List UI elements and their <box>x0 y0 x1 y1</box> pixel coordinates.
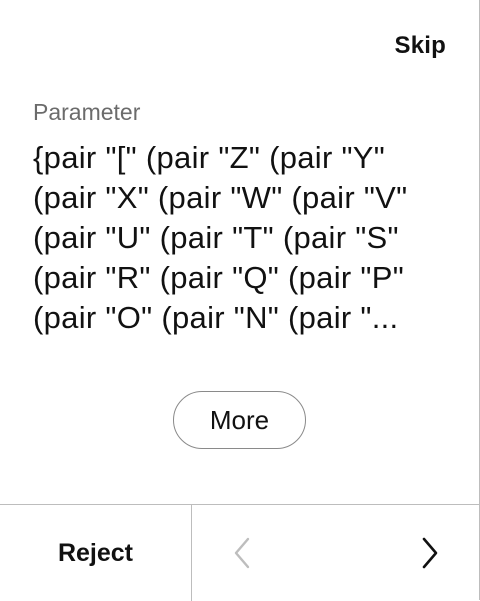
chevron-left-icon <box>234 537 250 569</box>
previous-button[interactable] <box>228 533 258 573</box>
parameter-value: {pair "[" (pair "Z" (pair "Y" (pair "X" … <box>33 140 408 335</box>
parameter-label: Parameter <box>33 99 141 125</box>
more-button[interactable]: More <box>173 391 306 449</box>
confirmation-screen: Skip Parameter {pair "[" (pair "Z" (pair… <box>0 0 480 601</box>
skip-button[interactable]: Skip <box>395 32 446 60</box>
reject-button[interactable]: Reject <box>0 505 192 601</box>
next-button[interactable] <box>414 533 444 573</box>
footer-bar: Reject <box>0 504 480 601</box>
chevron-right-icon <box>422 537 438 569</box>
